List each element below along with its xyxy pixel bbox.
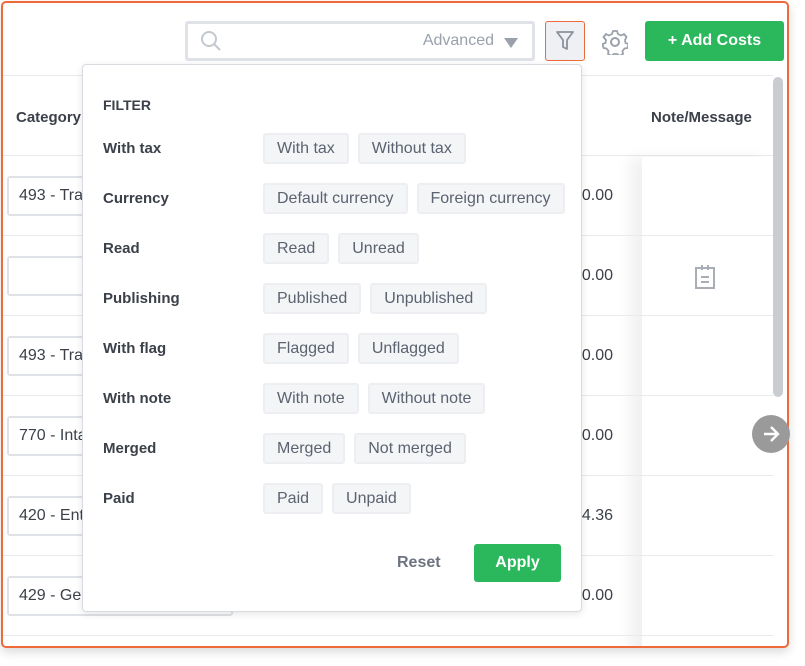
filter-option-chip[interactable]: Not merged xyxy=(354,433,466,464)
filter-option-chip[interactable]: Unpublished xyxy=(370,283,488,314)
vertical-scrollbar[interactable] xyxy=(773,77,783,397)
filter-options: Flagged Unflagged xyxy=(263,333,459,364)
filter-option-chip[interactable]: Flagged xyxy=(263,333,349,364)
filter-option-chip[interactable]: With tax xyxy=(263,133,349,164)
filter-group: With flag Flagged Unflagged xyxy=(103,333,573,365)
filter-options: Read Unread xyxy=(263,233,419,264)
filter-option-chip[interactable]: Unflagged xyxy=(357,333,459,364)
filter-popover: FILTER With tax With tax Without tax Curren… xyxy=(82,64,582,612)
column-header-category[interactable]: Category xyxy=(16,109,81,126)
filter-option-chip[interactable]: Paid xyxy=(263,483,324,514)
filter-group-label: Read xyxy=(103,240,140,257)
filter-option-chip[interactable]: Default currency xyxy=(263,183,408,214)
filter-option-chip[interactable]: Published xyxy=(263,283,362,314)
filter-group-label: Currency xyxy=(103,190,169,207)
advanced-search-dropdown[interactable]: Advanced xyxy=(423,32,494,50)
filter-group: With note With note Without note xyxy=(103,383,573,415)
filter-option-chip[interactable]: Foreign currency xyxy=(416,183,565,214)
filter-options: With note Without note xyxy=(263,383,486,414)
filter-group-label: With tax xyxy=(103,140,162,157)
filter-option-chip[interactable]: Merged xyxy=(263,433,346,464)
filter-group-label: Merged xyxy=(103,440,157,457)
scroll-right-button[interactable] xyxy=(752,415,790,453)
filter-options: Default currency Foreign currency xyxy=(263,183,565,214)
filter-options: With tax Without tax xyxy=(263,133,466,164)
filter-option-chip[interactable]: Read xyxy=(263,233,330,264)
filter-group: Publishing Published Unpublished xyxy=(103,283,573,315)
filter-options: Paid Unpaid xyxy=(263,483,411,514)
reset-button[interactable]: Reset xyxy=(397,554,441,572)
filter-group-label: Publishing xyxy=(103,290,180,307)
filter-option-chip[interactable]: Unread xyxy=(338,233,419,264)
filter-group: Read Read Unread xyxy=(103,233,573,265)
filter-group-label: With note xyxy=(103,390,172,407)
filter-icon xyxy=(556,31,574,50)
arrow-right-icon xyxy=(764,426,780,442)
filter-options: Merged Not merged xyxy=(263,433,466,464)
search-icon xyxy=(201,31,221,51)
column-header-note[interactable]: Note/Message xyxy=(651,109,752,126)
chevron-down-icon[interactable] xyxy=(504,38,518,48)
divider xyxy=(3,635,773,636)
filter-options: Published Unpublished xyxy=(263,283,488,314)
apply-button[interactable]: Apply xyxy=(474,544,561,582)
note-icon[interactable] xyxy=(693,264,717,290)
filter-group: Paid Paid Unpaid xyxy=(103,483,573,515)
filter-option-chip[interactable]: Without tax xyxy=(357,133,466,164)
note-column xyxy=(642,157,773,646)
filter-group: Currency Default currency Foreign currency xyxy=(103,183,573,215)
filter-group-label: Paid xyxy=(103,490,135,507)
filter-option-chip[interactable]: With note xyxy=(263,383,359,414)
add-costs-button[interactable]: + Add Costs xyxy=(645,21,784,61)
gear-icon[interactable] xyxy=(602,29,628,55)
filter-group: Merged Merged Not merged xyxy=(103,433,573,465)
filter-title: FILTER xyxy=(103,97,151,113)
filter-option-chip[interactable]: Unpaid xyxy=(332,483,411,514)
filter-group: With tax With tax Without tax xyxy=(103,133,573,165)
filter-option-chip[interactable]: Without note xyxy=(367,383,486,414)
search-input[interactable]: Advanced xyxy=(185,21,535,61)
filter-group-label: With flag xyxy=(103,340,167,357)
filter-button[interactable] xyxy=(545,21,585,61)
